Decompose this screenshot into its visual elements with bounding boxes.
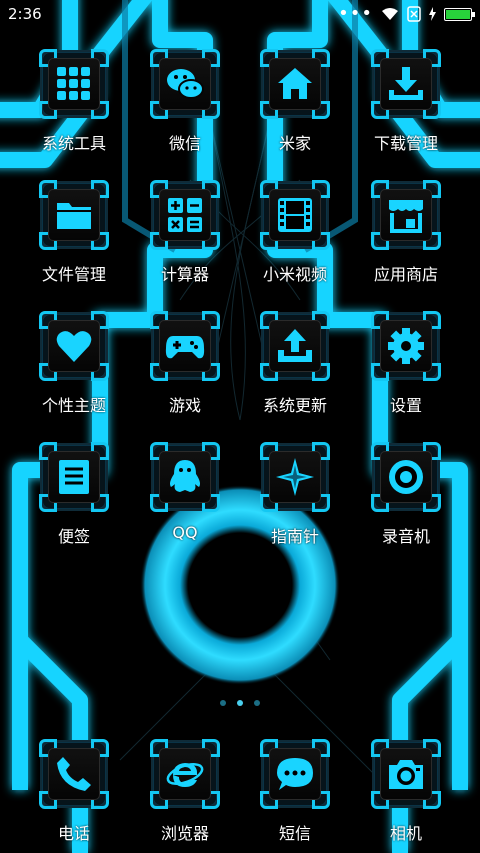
film-icon <box>269 189 321 241</box>
app-notes[interactable]: 便签 <box>24 442 124 547</box>
no-sim-icon <box>407 6 421 22</box>
page-dot[interactable] <box>220 700 226 706</box>
app-heart[interactable]: 个性主题 <box>24 311 124 416</box>
app-label: 游戏 <box>168 396 201 415</box>
app-download[interactable]: 下载管理 <box>356 49 456 154</box>
home-icon <box>269 58 321 110</box>
page-dot[interactable] <box>237 700 243 706</box>
app-tile[interactable] <box>150 180 220 250</box>
app-tile[interactable] <box>260 180 330 250</box>
app-tile[interactable] <box>150 739 220 809</box>
notes-icon <box>48 451 100 503</box>
more-notifications-icon: ••• <box>338 3 373 24</box>
folder-grid-icon <box>48 58 100 110</box>
app-folder[interactable]: 文件管理 <box>24 180 124 285</box>
page-indicator <box>0 700 480 706</box>
chat-bubbles-icon <box>159 58 211 110</box>
app-label: 微信 <box>168 134 201 153</box>
app-tile[interactable] <box>371 180 441 250</box>
gear-icon <box>380 320 432 372</box>
app-tile[interactable] <box>371 49 441 119</box>
app-folder-grid[interactable]: 系统工具 <box>24 49 124 154</box>
message-icon <box>269 748 321 800</box>
app-tile[interactable] <box>39 180 109 250</box>
status-bar: 2:36 ••• <box>0 0 480 28</box>
app-label: 应用商店 <box>373 265 438 284</box>
app-tile[interactable] <box>150 442 220 512</box>
phone-icon <box>48 748 100 800</box>
app-label: 相机 <box>389 824 422 843</box>
heart-icon <box>48 320 100 372</box>
browser-icon <box>159 748 211 800</box>
app-tile[interactable] <box>371 442 441 512</box>
penguin-icon <box>159 451 211 503</box>
clock: 2:36 <box>8 5 42 23</box>
app-tile[interactable] <box>371 739 441 809</box>
charging-icon <box>429 7 436 21</box>
app-tile[interactable] <box>150 311 220 381</box>
app-label: 录音机 <box>381 527 430 546</box>
app-record[interactable]: 录音机 <box>356 442 456 547</box>
app-label: 短信 <box>278 824 311 843</box>
app-label: 文件管理 <box>41 265 106 284</box>
app-label: 浏览器 <box>160 824 209 843</box>
app-label: 电话 <box>57 824 90 843</box>
app-tile[interactable] <box>260 442 330 512</box>
app-tile[interactable] <box>39 442 109 512</box>
folder-icon <box>48 189 100 241</box>
app-label: 指南针 <box>270 527 319 546</box>
app-film[interactable]: 小米视频 <box>245 180 345 285</box>
dock-phone[interactable]: 电话 <box>24 739 124 844</box>
app-tile[interactable] <box>260 739 330 809</box>
dock-camera[interactable]: 相机 <box>356 739 456 844</box>
app-tile[interactable] <box>150 49 220 119</box>
app-tile[interactable] <box>260 49 330 119</box>
app-upload[interactable]: 系统更新 <box>245 311 345 416</box>
app-label: 米家 <box>278 134 311 153</box>
app-tile[interactable] <box>39 49 109 119</box>
app-label: 设置 <box>389 396 422 415</box>
app-label: 系统工具 <box>41 134 106 153</box>
upload-icon <box>269 320 321 372</box>
app-penguin[interactable]: QQ <box>135 442 235 542</box>
app-label: 便签 <box>57 527 90 546</box>
app-gear[interactable]: 设置 <box>356 311 456 416</box>
app-gamepad[interactable]: 游戏 <box>135 311 235 416</box>
camera-icon <box>380 748 432 800</box>
battery-icon <box>444 7 475 21</box>
app-label: 计算器 <box>160 265 209 284</box>
app-tile[interactable] <box>371 311 441 381</box>
app-label: 系统更新 <box>262 396 327 415</box>
app-chat-bubbles[interactable]: 微信 <box>135 49 235 154</box>
app-calculator[interactable]: 计算器 <box>135 180 235 285</box>
calculator-icon <box>159 189 211 241</box>
app-tile[interactable] <box>39 739 109 809</box>
gamepad-icon <box>159 320 211 372</box>
dock-message[interactable]: 短信 <box>245 739 345 844</box>
record-icon <box>380 451 432 503</box>
app-tile[interactable] <box>260 311 330 381</box>
page-dot[interactable] <box>254 700 260 706</box>
app-home[interactable]: 米家 <box>245 49 345 154</box>
wifi-icon <box>382 8 398 20</box>
app-store[interactable]: 应用商店 <box>356 180 456 285</box>
compass-icon <box>269 451 321 503</box>
app-label: QQ <box>172 523 198 542</box>
store-icon <box>380 189 432 241</box>
dock-browser[interactable]: 浏览器 <box>135 739 235 844</box>
download-icon <box>380 58 432 110</box>
app-label: 下载管理 <box>373 134 438 153</box>
app-tile[interactable] <box>39 311 109 381</box>
app-label: 个性主题 <box>41 396 106 415</box>
app-compass[interactable]: 指南针 <box>245 442 345 547</box>
app-label: 小米视频 <box>262 265 327 284</box>
